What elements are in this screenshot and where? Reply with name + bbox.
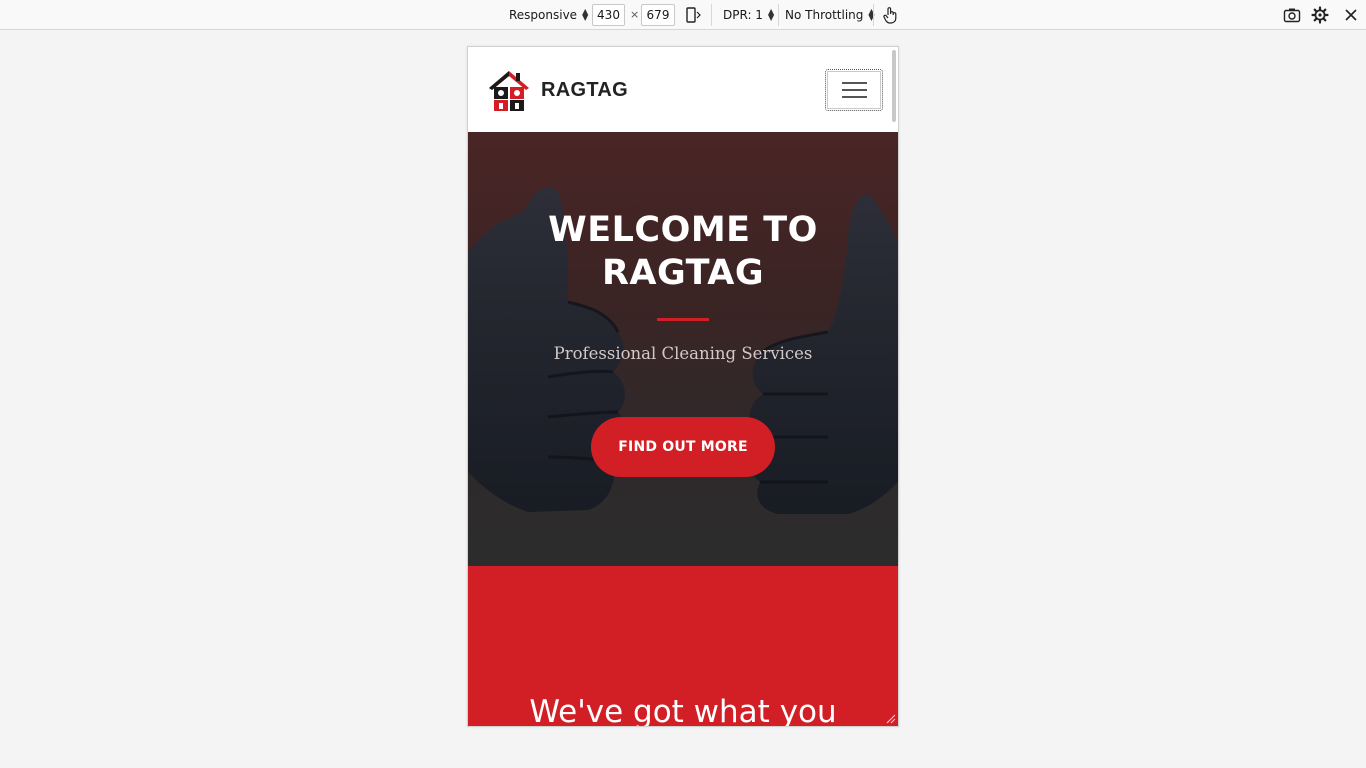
throttling-label: No Throttling [785, 8, 864, 22]
device-selector-label: Responsive [509, 8, 578, 22]
screenshot-icon[interactable] [1282, 5, 1302, 25]
brand-name: RAGTAG [541, 78, 628, 101]
hero-title-line: WELCOME TO [548, 210, 818, 250]
viewport-width-input[interactable]: 430 [592, 4, 625, 26]
toolbar-separator [778, 4, 779, 26]
find-out-more-button[interactable]: FIND OUT MORE [591, 417, 775, 477]
hamburger-line [842, 89, 867, 91]
services-section: We've got what you [468, 566, 898, 727]
web-page: RAGTAG WELCOME TO RAGTAG Professional Cl… [468, 47, 898, 726]
touch-simulation-icon[interactable] [880, 5, 900, 25]
hamburger-line [842, 96, 867, 98]
dimension-separator: × [630, 8, 640, 21]
page-scrollbar[interactable] [892, 50, 896, 122]
hero-divider [657, 318, 709, 321]
close-icon[interactable] [1341, 5, 1361, 25]
select-arrows-icon: ▲ ▼ [582, 7, 589, 22]
dpr-label: DPR: 1 [723, 8, 763, 22]
ragtag-logo-icon [489, 71, 529, 111]
throttling-selector[interactable]: No Throttling ▲ ▼ [785, 7, 875, 23]
toolbar-separator [873, 4, 874, 26]
select-arrows-icon: ▲ ▼ [767, 7, 775, 22]
hero-section: WELCOME TO RAGTAG Professional Cleaning … [468, 132, 898, 566]
section-heading: We've got what you [529, 694, 837, 727]
dpr-selector[interactable]: DPR: 1 ▲ ▼ [723, 7, 774, 23]
hero-title-line: RAGTAG [601, 253, 765, 293]
hero-subtitle: Professional Cleaning Services [553, 344, 813, 363]
site-navbar: RAGTAG [468, 47, 898, 132]
responsive-design-toolbar: Responsive ▲ ▼ 430 × 679 DPR: 1 ▲ ▼ No Thr… [0, 0, 1366, 30]
hamburger-line [842, 82, 867, 84]
device-viewport: RAGTAG WELCOME TO RAGTAG Professional Cl… [467, 46, 899, 727]
settings-icon[interactable] [1310, 5, 1330, 25]
toolbar-separator [711, 4, 712, 26]
resize-handle-icon[interactable] [884, 712, 896, 724]
hero-title: WELCOME TO RAGTAG [468, 209, 898, 295]
rotate-device-icon[interactable] [683, 5, 703, 25]
brand-link[interactable]: RAGTAG [486, 68, 628, 112]
device-selector[interactable]: Responsive ▲ ▼ [509, 7, 588, 23]
navbar-toggle-button[interactable] [825, 69, 883, 111]
viewport-height-input[interactable]: 679 [641, 4, 675, 26]
